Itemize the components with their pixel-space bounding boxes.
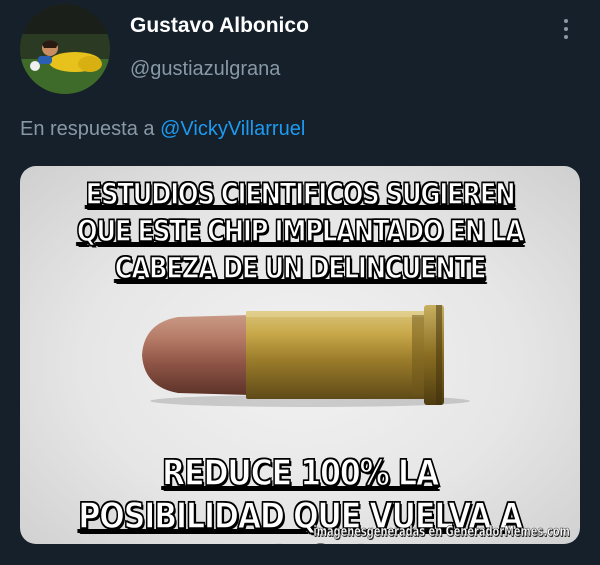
- tweet-media-image[interactable]: ESTUDIOS CIENTIFICOS SUGIEREN QUE ESTE C…: [20, 166, 580, 544]
- author-display-name[interactable]: Gustavo Albonico: [130, 14, 309, 38]
- tweet: Gustavo Albonico @gustiazulgrana En resp…: [0, 0, 600, 565]
- goalkeeper-photo-icon: [20, 4, 110, 94]
- author-handle[interactable]: @gustiazulgrana: [130, 58, 280, 81]
- meme-top-caption: ESTUDIOS CIENTIFICOS SUGIEREN QUE ESTE C…: [76, 176, 525, 285]
- more-options-icon[interactable]: [556, 16, 576, 42]
- reply-mention-link[interactable]: @VickyVillarruel: [160, 118, 305, 140]
- reply-context: En respuesta a @VickyVillarruel: [20, 118, 305, 141]
- bullet-icon: [142, 305, 470, 407]
- avatar[interactable]: [20, 4, 110, 94]
- reply-prefix: En respuesta a: [20, 118, 155, 140]
- meme-watermark: imagenesgeneradas en GeneradorMemes.com: [313, 524, 570, 541]
